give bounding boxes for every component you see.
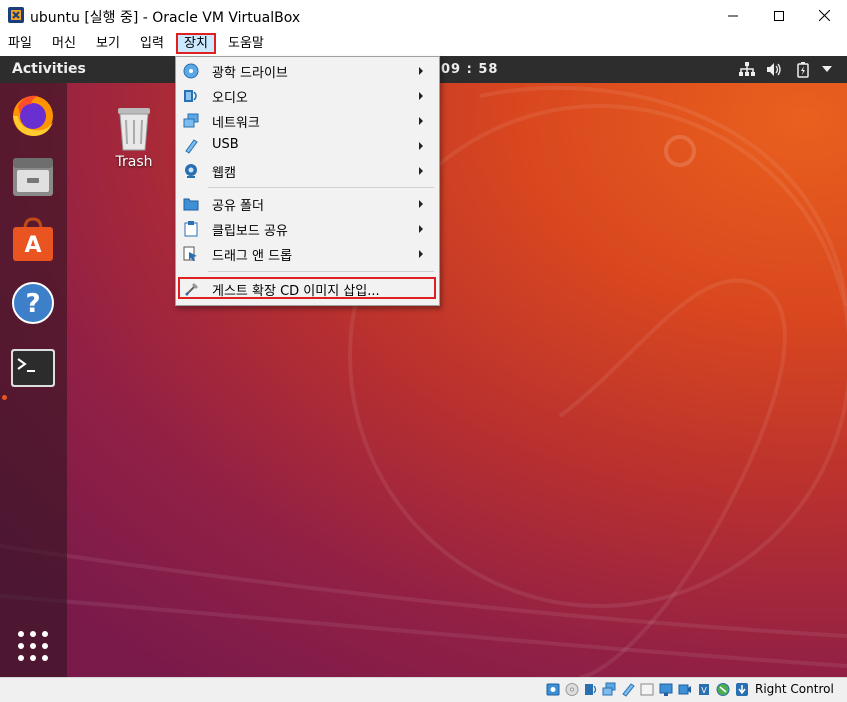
menu-item-usb[interactable]: USB [177,133,438,158]
menu-item-insert-guest-additions[interactable]: 게스트 확장 CD 이미지 삽입... [178,277,436,299]
submenu-arrow-icon [419,142,423,150]
menu-input[interactable]: 입력 [134,33,170,54]
host-key-label[interactable]: Right Control [755,682,834,696]
trash-label: Trash [115,154,153,170]
menu-item-shared-folders[interactable]: 공유 폴더 [177,191,438,216]
menu-item-label: 공유 폴더 [212,199,264,214]
firefox-icon[interactable] [10,92,56,138]
audio-icon [184,90,197,102]
submenu-arrow-icon [419,250,423,258]
maximize-button[interactable] [756,0,802,31]
clipboard-icon [184,221,198,237]
network-icon [183,113,199,128]
menu-item-label: 광학 드라이브 [212,66,288,81]
network-icon[interactable] [602,682,616,697]
submenu-arrow-icon [419,92,423,100]
trash-icon [118,108,150,151]
arrow-down-icon[interactable] [735,682,749,697]
usb-icon [185,139,198,154]
menu-item-label: 네트워크 [212,116,260,131]
menubar: 파일 머신 보기 입력 장치 도움말 [0,31,847,56]
svg-text:V: V [701,686,707,695]
files-icon[interactable] [10,154,56,200]
mouse-integration-icon[interactable] [716,682,730,697]
shared-folder-icon [183,198,199,211]
menu-item-drag-drop[interactable]: 드래그 앤 드롭 [177,241,438,266]
webcam-icon [185,164,197,178]
optical-drive-icon [183,63,199,79]
menu-view[interactable]: 보기 [90,33,126,54]
menu-machine[interactable]: 머신 [46,33,82,54]
devices-menu: 광학 드라이브 오디오 네트워크 USB 웹캠 공유 폴더 클립보드 공유 드래… [175,56,440,306]
minimize-icon [728,15,738,16]
volume-icon[interactable] [766,62,782,77]
audio-icon[interactable] [584,682,598,697]
submenu-arrow-icon [419,167,423,175]
terminal-icon[interactable] [10,345,56,391]
hard-disk-icon[interactable] [546,682,560,697]
network-wired-icon[interactable] [739,62,755,77]
optical-disk-icon[interactable] [565,682,579,697]
running-indicator [2,395,7,400]
statusbar: V Right Control [0,677,847,702]
menu-item-label: 오디오 [212,91,248,106]
chevron-down-icon[interactable] [822,66,832,72]
close-icon [818,10,830,21]
menu-item-webcam[interactable]: 웹캠 [177,158,438,183]
battery-icon[interactable] [797,62,809,78]
menu-separator [208,271,434,272]
window-title: ubuntu [실행 중] - Oracle VM VirtualBox [30,10,301,26]
cpu-icon[interactable]: V [697,682,711,697]
submenu-arrow-icon [419,225,423,233]
desktop-trash[interactable]: Trash [108,104,160,170]
menu-item-optical-drive[interactable]: 광학 드라이브 [177,58,438,83]
menu-item-label: 클립보드 공유 [212,224,288,239]
close-button[interactable] [801,0,847,31]
maximize-icon [774,10,784,21]
menu-item-network[interactable]: 네트워크 [177,108,438,133]
software-center-icon[interactable]: A [10,217,56,263]
menu-item-label: 드래그 앤 드롭 [212,249,293,264]
menu-help[interactable]: 도움말 [222,33,270,54]
menu-item-label: 웹캠 [212,166,236,181]
menu-item-clipboard[interactable]: 클립보드 공유 [177,216,438,241]
menu-item-label: 게스트 확장 CD 이미지 삽입... [212,284,380,299]
submenu-arrow-icon [419,117,423,125]
guest-additions-icon [185,283,198,296]
submenu-arrow-icon [419,200,423,208]
show-applications-icon[interactable] [17,630,49,662]
minimize-button[interactable] [710,0,756,31]
menu-file[interactable]: 파일 [2,33,38,54]
svg-text:?: ? [25,289,40,319]
window-titlebar[interactable]: ubuntu [실행 중] - Oracle VM VirtualBox [0,0,847,31]
menu-item-audio[interactable]: 오디오 [177,83,438,108]
display-icon[interactable] [659,682,673,697]
dock: A ? [0,83,67,677]
virtualbox-icon [8,7,24,23]
video-capture-icon[interactable] [678,682,692,697]
menu-devices[interactable]: 장치 [176,33,216,54]
menu-item-label: USB [212,137,239,152]
shared-folder-icon[interactable] [640,682,654,697]
activities-button[interactable]: Activities [12,61,86,77]
svg-text:A: A [24,233,41,258]
clock[interactable]: 09 : 58 [441,62,498,77]
help-icon[interactable]: ? [10,280,56,326]
submenu-arrow-icon [419,67,423,75]
menu-separator [208,187,434,188]
drag-drop-icon [183,246,197,261]
usb-icon[interactable] [621,682,635,697]
